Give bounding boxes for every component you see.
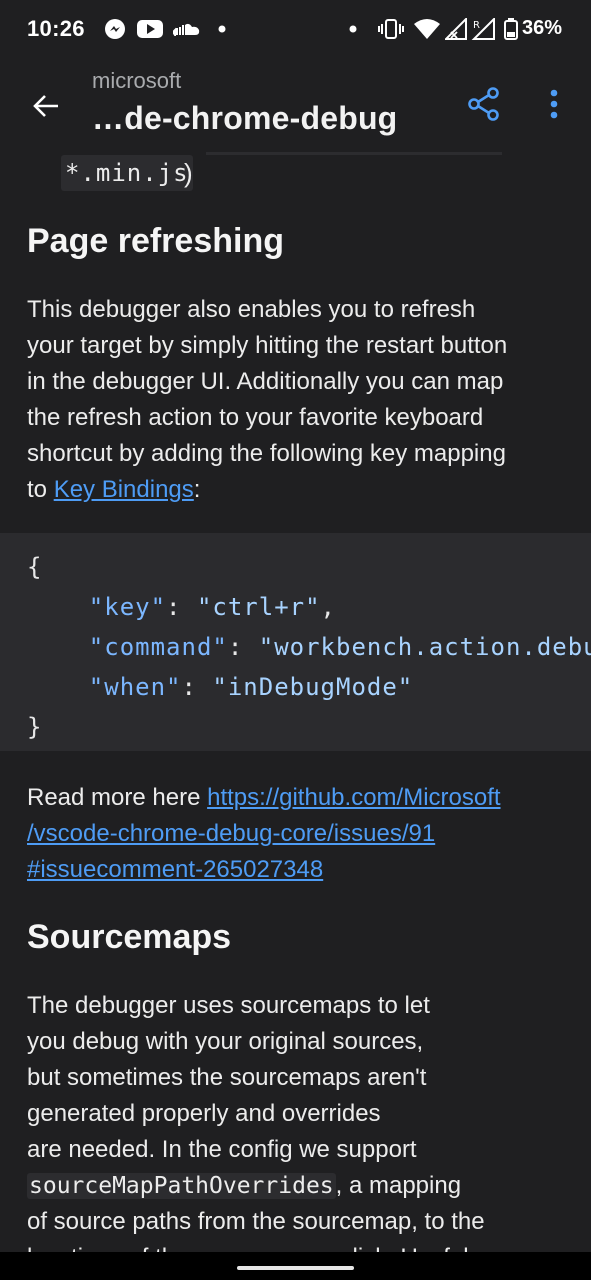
paragraph-line: generated properly and overrides <box>27 1100 381 1127</box>
vibrate-icon <box>378 16 404 42</box>
paragraph-line: The debugger uses sourcemaps to let <box>27 992 430 1019</box>
inline-code: sourceMapPathOverrides <box>27 1173 336 1199</box>
repo-title: …de-chrome-debug <box>92 100 398 136</box>
signal-roaming-icon: R <box>470 16 496 42</box>
sourcemaps-paragraph: The debugger uses sourcemaps to let you … <box>27 988 572 1252</box>
svg-text:R: R <box>473 20 480 31</box>
repo-owner: microsoft <box>92 68 182 93</box>
read-more-paragraph: Read more here https://github.com/Micros… <box>27 780 572 888</box>
wifi-icon <box>412 16 442 42</box>
paragraph-line: you debug with your original sources, <box>27 1028 424 1055</box>
text: to <box>27 476 54 503</box>
screen: 10:26 R 36% microsoft …de-chrome-debug *… <box>0 0 591 1280</box>
issue-link[interactable]: /vscode-chrome-debug-core/issues/91 <box>27 820 435 847</box>
youtube-icon <box>137 16 163 42</box>
key-bindings-link[interactable]: Key Bindings <box>54 476 194 503</box>
section-heading-page-refreshing: Page refreshing <box>27 222 284 260</box>
share-button[interactable] <box>462 82 506 126</box>
code-block-edge <box>206 152 502 155</box>
soundcloud-icon <box>173 16 201 42</box>
paragraph-line: to Key Bindings: <box>27 472 572 508</box>
battery-icon <box>503 16 519 42</box>
issue-link[interactable]: https://github.com/Microsoft <box>207 784 500 811</box>
share-icon <box>468 87 499 121</box>
issue-link[interactable]: #issuecomment-265027348 <box>27 856 323 883</box>
status-time: 10:26 <box>27 16 85 41</box>
inline-code: *.min.js <box>61 155 193 191</box>
paragraph-line: shortcut by adding the following key map… <box>27 440 506 467</box>
paren-text: ) <box>184 158 193 188</box>
navigation-bar <box>0 1252 591 1280</box>
paragraph-line: of source paths from the sourcemap, to t… <box>27 1208 485 1235</box>
status-bar: 10:26 R 36% <box>0 0 591 60</box>
text: , a mapping <box>335 1172 462 1199</box>
more-options-button[interactable] <box>534 82 574 126</box>
messenger-icon <box>103 16 127 42</box>
paragraph-line: locations of these sources on disk. Usef… <box>27 1240 572 1252</box>
paragraph-line: but sometimes the sourcemaps aren't <box>27 1064 427 1091</box>
battery-level: 36% <box>522 17 563 39</box>
paragraph-line: the refresh action to your favorite keyb… <box>27 404 484 431</box>
paragraph-line: your target by simply hitting the restar… <box>27 332 508 359</box>
text: : <box>193 476 201 503</box>
readme-content[interactable]: *.min.js ) Page refreshing This debugger… <box>0 152 591 1252</box>
text: Read more here <box>27 784 208 811</box>
code-text: { "key": "ctrl+r", "command": "workbench… <box>27 553 591 741</box>
app-bar: microsoft …de-chrome-debug <box>0 60 591 152</box>
paragraph-line: in the debugger UI. Additionally you can… <box>27 368 504 395</box>
back-button[interactable] <box>22 82 70 130</box>
code-block[interactable]: { "key": "ctrl+r", "command": "workbench… <box>0 533 591 751</box>
section-heading-sourcemaps: Sourcemaps <box>27 918 232 956</box>
paragraph-line: /vscode-chrome-debug-core/issues/91 <box>27 816 572 852</box>
dot-icon <box>216 16 228 42</box>
paragraph-line: Read more here https://github.com/Micros… <box>27 780 572 816</box>
paragraph-line: #issuecomment-265027348 <box>27 852 572 888</box>
dot-icon <box>347 16 359 42</box>
signal-icon <box>444 16 468 42</box>
home-gesture-handle[interactable] <box>237 1266 354 1270</box>
page-refreshing-paragraph: This debugger also enables you to refres… <box>27 292 572 508</box>
more-vert-icon <box>550 89 558 119</box>
paragraph-line: are needed. In the config we support <box>27 1136 417 1163</box>
paragraph-line: sourceMapPathOverrides, a mapping <box>27 1168 572 1204</box>
arrow-left-icon <box>33 95 58 117</box>
paragraph-line: This debugger also enables you to refres… <box>27 296 476 323</box>
